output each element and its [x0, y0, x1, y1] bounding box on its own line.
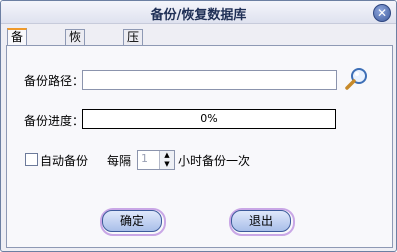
close-icon[interactable]: ✕: [373, 4, 391, 22]
interval-hours-value[interactable]: 1: [141, 152, 148, 165]
progress-percent: 0%: [200, 112, 218, 125]
path-label: 备份路径：: [24, 74, 85, 88]
interval-hours-stepper[interactable]: 1 ▲ ▼: [137, 150, 175, 170]
stepper-buttons: ▲ ▼: [159, 151, 174, 169]
tab-compact-repair[interactable]: 压缩修复数据库: [123, 29, 144, 134]
backup-restore-dialog: 备份/恢复数据库 ✕ 备份数据 恢复数据 压缩修复数据库 备份路径： 备份进度：…: [0, 0, 397, 252]
title-bar[interactable]: 备份/恢复数据库 ✕: [1, 1, 396, 24]
backup-progress-bar: 0%: [82, 109, 336, 129]
auto-backup-checkbox[interactable]: [25, 153, 38, 166]
arrow-down-icon[interactable]: ▼: [160, 160, 174, 169]
progress-label: 备份进度：: [24, 114, 85, 128]
arrow-up-icon[interactable]: ▲: [160, 151, 174, 160]
tab-restore-data[interactable]: 恢复数据: [65, 29, 86, 89]
exit-button[interactable]: 退出: [231, 210, 291, 232]
interval-suffix-label: 小时备份一次: [178, 154, 251, 168]
magnifier-icon[interactable]: [344, 66, 370, 92]
backup-path-input[interactable]: [82, 70, 337, 90]
window-title: 备份/恢复数据库: [150, 8, 247, 23]
ok-button[interactable]: 确定: [102, 210, 162, 232]
auto-backup-label: 自动备份: [40, 154, 89, 168]
tab-panel: 备份路径： 备份进度： 0% 自动备份 每隔 1 ▲ ▼ 小时备份一次 确定 退…: [6, 45, 393, 248]
interval-prefix-label: 每隔: [107, 154, 132, 168]
